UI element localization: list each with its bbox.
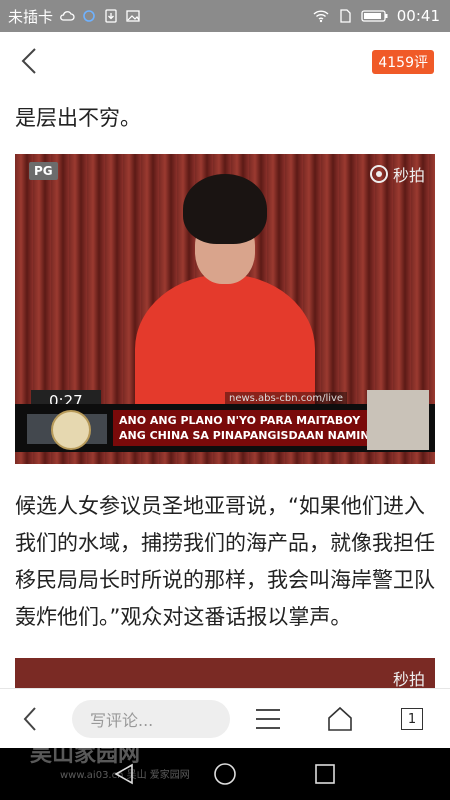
video-watermark: 秒拍 <box>369 162 425 186</box>
tabs-button[interactable]: 1 <box>382 689 442 749</box>
menu-icon <box>256 709 280 729</box>
triangle-back-icon <box>114 763 133 785</box>
video-lower-third: ANO ANG PLANO N'YO PARA MAITABOY ANG CHI… <box>15 390 435 452</box>
previous-line-fragment <box>15 90 435 96</box>
comment-input[interactable]: 写评论... <box>72 700 230 738</box>
status-bar: 未插卡 00:41 <box>0 0 450 32</box>
article-paragraph: 候选人女参议员圣地亚哥说，“如果他们进入我们的水域，捕捞我们的海产品，就像我担任… <box>15 494 435 629</box>
home-button[interactable] <box>310 689 370 749</box>
square-recent-icon <box>315 764 335 784</box>
app-header: 4159评 <box>0 32 450 90</box>
video-question-caption: ANO ANG PLANO N'YO PARA MAITABOY ANG CHI… <box>113 410 385 446</box>
paragraph-tail: 是层出不穷。 <box>15 106 141 130</box>
nav-back-button[interactable] <box>112 762 136 786</box>
carrier-label: 未插卡 <box>8 7 54 26</box>
video-watermark-2: 秒拍 <box>392 670 425 688</box>
circle-home-icon <box>214 763 236 785</box>
battery-icon <box>361 8 389 24</box>
cloud-icon <box>59 8 75 24</box>
rating-badge: PG <box>29 162 58 180</box>
article-content: 是层出不穷。 PG 秒拍 0:27 news.abs-cbn.com/live … <box>0 90 450 688</box>
clock: 00:41 <box>396 7 440 25</box>
back-button[interactable] <box>12 44 46 78</box>
chevron-left-icon <box>21 48 36 74</box>
camera-icon <box>369 165 388 183</box>
nav-recent-button[interactable] <box>313 762 337 786</box>
download-icon <box>103 8 119 24</box>
seal-icon <box>51 410 91 450</box>
home-icon <box>328 706 352 731</box>
wifi-icon <box>313 8 329 24</box>
comment-count-badge[interactable]: 4159评 <box>372 50 434 74</box>
video-player[interactable]: PG 秒拍 0:27 news.abs-cbn.com/live ANO ANG… <box>15 154 435 464</box>
sign-language-inset <box>367 390 429 450</box>
sim-icon <box>337 8 353 24</box>
image-icon <box>125 8 141 24</box>
menu-button[interactable] <box>238 689 298 749</box>
sync-icon <box>81 8 97 24</box>
system-nav-bar: 吴山家园网 www.ai03.cn 吴山 爱家园网 <box>0 742 450 800</box>
speaker-figure <box>125 174 325 424</box>
nav-home-button[interactable] <box>213 762 237 786</box>
chevron-left-icon <box>23 707 36 731</box>
tab-count: 1 <box>401 708 423 730</box>
video-player-2[interactable]: 秒拍 <box>15 658 435 688</box>
